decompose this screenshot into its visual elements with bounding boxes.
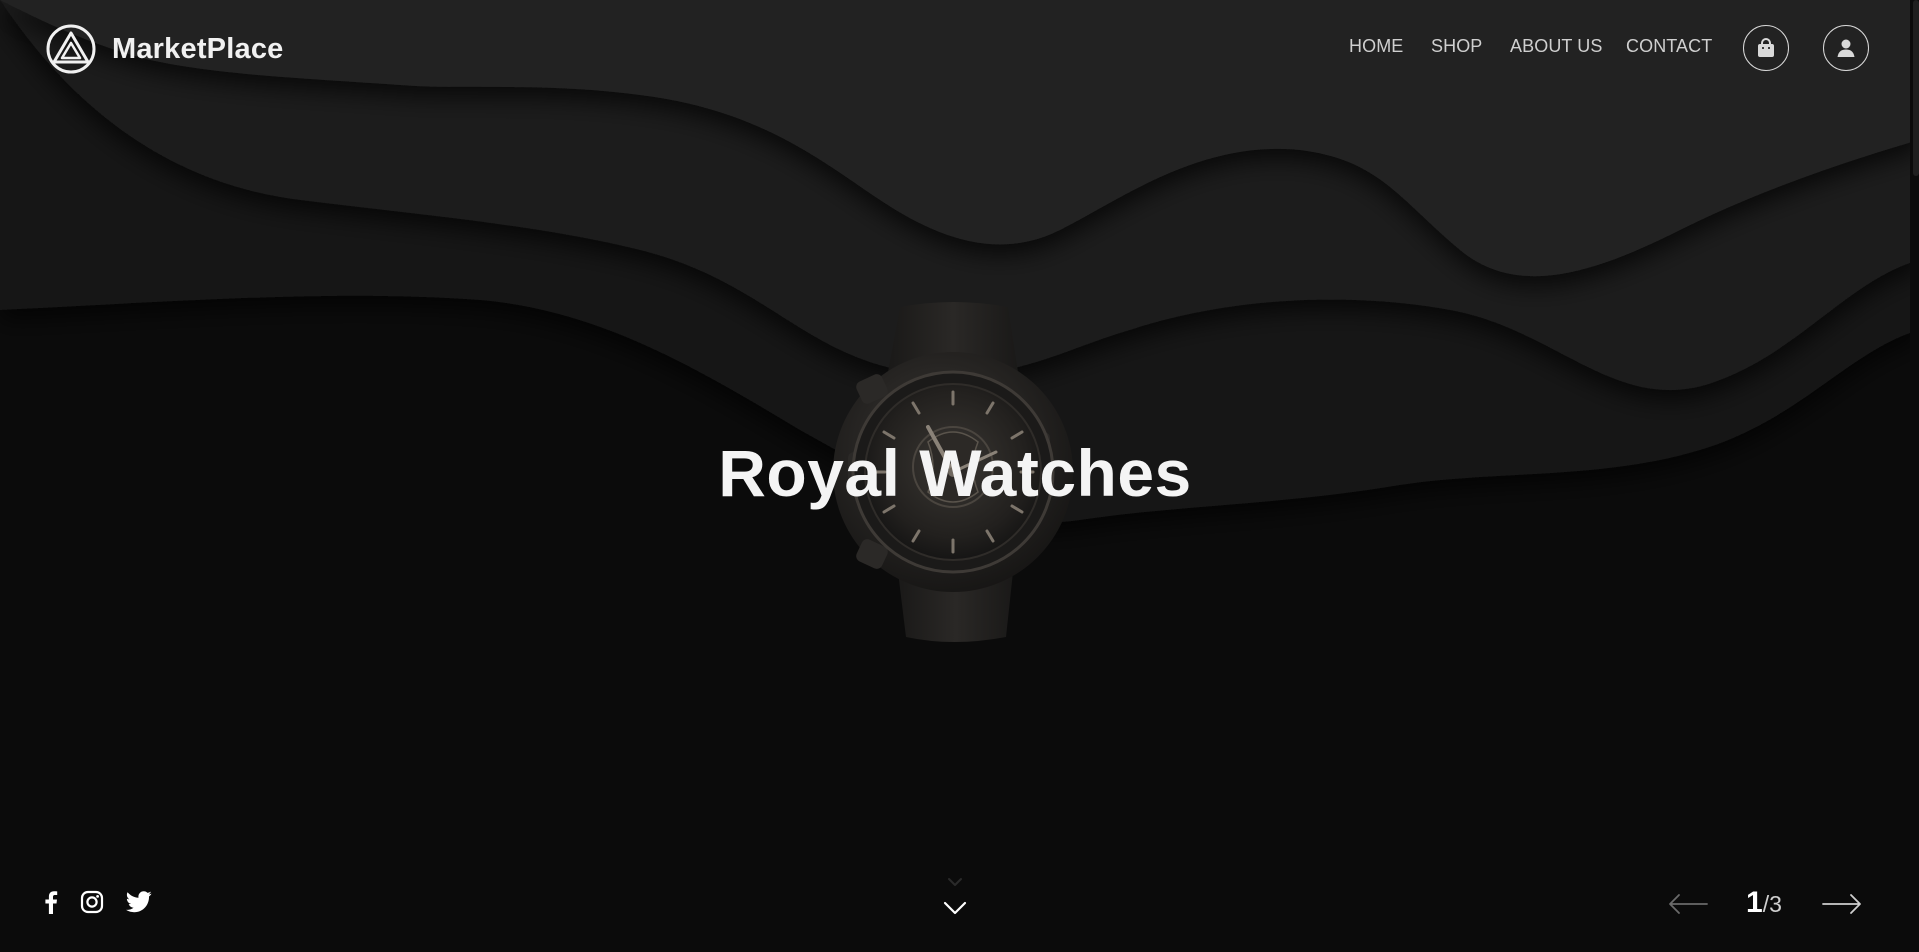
nav-contact[interactable]: CONTACT xyxy=(1626,36,1712,57)
arrow-right-icon[interactable] xyxy=(1822,892,1862,916)
nav-shop[interactable]: SHOP xyxy=(1431,36,1482,57)
page-scrollbar[interactable] xyxy=(1910,0,1919,952)
user-icon xyxy=(1837,39,1855,57)
twitter-icon[interactable] xyxy=(126,891,152,918)
slide-total: 3 xyxy=(1769,891,1782,917)
page: MarketPlace HOME SHOP ABOUT US CONTACT R… xyxy=(0,0,1919,952)
chevron-down-icon xyxy=(943,901,967,915)
scroll-down-button[interactable] xyxy=(941,873,969,921)
slide-current: 1 xyxy=(1746,886,1763,919)
site-header: MarketPlace HOME SHOP ABOUT US CONTACT xyxy=(0,0,1910,98)
slider-navigation: 1/3 xyxy=(1668,886,1864,926)
scrollbar-thumb[interactable] xyxy=(1913,0,1919,176)
facebook-icon[interactable] xyxy=(44,890,58,919)
main-nav: HOME SHOP ABOUT US CONTACT xyxy=(0,36,1910,62)
nav-home[interactable]: HOME xyxy=(1349,36,1403,57)
nav-about-us[interactable]: ABOUT US xyxy=(1510,36,1603,57)
cart-button[interactable] xyxy=(1743,25,1789,71)
instagram-icon[interactable] xyxy=(80,890,104,919)
arrow-left-icon[interactable] xyxy=(1668,892,1708,916)
shopping-bag-icon xyxy=(1758,38,1774,57)
hero-title: Royal Watches xyxy=(718,436,1192,510)
social-links xyxy=(44,890,174,919)
slide-counter: 1/3 xyxy=(1746,886,1782,920)
account-button[interactable] xyxy=(1823,25,1869,71)
